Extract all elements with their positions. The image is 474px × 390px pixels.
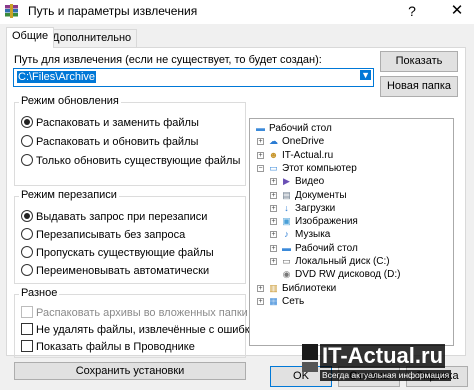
expand-icon[interactable]: + [270, 258, 277, 265]
winrar-icon [5, 4, 18, 18]
expand-icon[interactable]: + [270, 204, 277, 212]
path-label: Путь для извлечения (если не существует,… [14, 54, 322, 66]
tab-general[interactable]: Общие [6, 27, 55, 48]
update-option-update[interactable]: Распаковать и обновить файлы [21, 135, 198, 149]
tree-item[interactable]: + ▭ Локальный диск (C:) [250, 255, 450, 268]
library-icon: ▥ [269, 282, 278, 293]
show-button[interactable]: Показать [380, 51, 458, 72]
music-icon: ♪ [284, 229, 289, 240]
checkbox[interactable] [21, 340, 33, 352]
overwrite-option-ask[interactable]: Выдавать запрос при перезаписи [21, 210, 207, 224]
watermark-subtitle: Всегда актуальная информация [320, 370, 452, 381]
network-icon: ▦ [269, 295, 278, 306]
documents-icon: ▤ [282, 189, 291, 200]
downloads-icon: ↓ [284, 202, 289, 213]
pictures-icon: ▣ [282, 216, 291, 227]
tree-item[interactable]: + ▶ Видео [250, 175, 450, 188]
chevron-down-icon[interactable]: ▼ [360, 70, 371, 80]
tree-item-label: DVD RW дисковод (D:) [295, 269, 401, 281]
expand-icon[interactable]: + [270, 191, 277, 199]
expand-icon[interactable]: + [257, 284, 264, 292]
new-folder-button[interactable]: Новая папка [380, 76, 458, 97]
tree-item[interactable]: + ☁ OneDrive [250, 135, 450, 148]
path-value: C:\Files\Archive [17, 71, 97, 83]
radio-button[interactable] [21, 228, 33, 240]
tree-item[interactable]: − ▭ Этот компьютер [250, 162, 450, 175]
title-bar: Путь и параметры извлечения ? ✕ [0, 0, 474, 24]
overwrite-mode-title: Режим перезаписи [19, 189, 119, 201]
tree-item[interactable]: + ☻ IT-Actual.ru [250, 149, 450, 162]
tree-item[interactable]: + ▤ Документы [250, 189, 450, 202]
overwrite-option-rename[interactable]: Переименовывать автоматически [21, 264, 209, 278]
drive-icon: ▭ [282, 256, 291, 266]
misc-option-keep-broken[interactable]: Не удалять файлы, извлечённые с ошибками [21, 323, 270, 337]
dvd-icon: ◉ [282, 269, 291, 280]
tree-item-label: Сеть [282, 295, 305, 307]
overwrite-option-overwrite[interactable]: Перезаписывать без запроса [21, 228, 185, 242]
video-icon: ▶ [283, 176, 290, 187]
update-mode-title: Режим обновления [19, 95, 121, 107]
close-button[interactable]: ✕ [440, 0, 474, 22]
overwrite-option-skip[interactable]: Пропускать существующие файлы [21, 246, 214, 260]
misc-title: Разное [19, 287, 60, 299]
tree-item-label: Изображения [295, 216, 358, 228]
tree-item-label: Музыка [295, 229, 331, 241]
help-title-button[interactable]: ? [398, 0, 426, 22]
user-icon: ☻ [268, 149, 279, 160]
update-option-only-existing[interactable]: Только обновить существующие файлы [21, 154, 240, 168]
expand-icon[interactable]: + [270, 178, 277, 186]
tree-item[interactable]: + ▦ Сеть [250, 295, 450, 308]
tree-item-label: OneDrive [282, 136, 325, 148]
checkbox[interactable] [21, 323, 33, 335]
save-settings-button[interactable]: Сохранить установки [14, 362, 246, 380]
radio-button[interactable] [21, 154, 33, 166]
tree-item-label: IT-Actual.ru [282, 149, 334, 161]
expand-icon[interactable]: + [257, 151, 264, 159]
tree-item[interactable]: + ▣ Изображения [250, 215, 450, 228]
folder-tree[interactable]: ▬ Рабочий стол + ☁ OneDrive + ☻ IT-Actual.ru − ▭ Э… [249, 118, 454, 346]
radio-button[interactable] [21, 246, 33, 258]
overwrite-mode-group: Режим перезаписи Выдавать запрос при пер… [14, 189, 246, 284]
tree-item[interactable]: ▬ Рабочий стол [250, 122, 450, 135]
computer-icon: ▭ [269, 162, 278, 173]
dialog-body: Общие Дополнительно Путь для извлечения … [0, 24, 474, 390]
tree-item[interactable]: + ▥ Библиотеки [250, 282, 450, 295]
tree-item[interactable]: ◉ DVD RW дисковод (D:) [250, 268, 450, 281]
radio-button[interactable] [21, 210, 33, 222]
tree-item[interactable]: + ♪ Музыка [250, 228, 450, 241]
collapse-icon[interactable]: − [257, 164, 264, 172]
cloud-icon: ☁ [269, 136, 278, 147]
expand-icon[interactable]: + [257, 297, 264, 305]
misc-group: Разное Распаковать архивы во вложенных п… [14, 287, 270, 358]
tree-item-label: Библиотеки [282, 282, 337, 294]
update-mode-group: Режим обновления Распаковать и заменить … [14, 95, 246, 186]
misc-option-show-in-explorer[interactable]: Показать файлы в Проводнике [21, 340, 195, 354]
tree-item[interactable]: + ↓ Загрузки [250, 202, 450, 215]
tree-item-label: Рабочий стол [295, 242, 358, 254]
tree-item-label: Загрузки [295, 202, 336, 214]
tree-item-label: Видео [295, 176, 325, 188]
tree-item-label: Этот компьютер [282, 162, 357, 174]
expand-icon[interactable]: + [270, 231, 277, 239]
expand-icon[interactable]: + [270, 218, 277, 226]
checkbox[interactable] [21, 306, 33, 318]
radio-button[interactable] [21, 116, 33, 128]
tab-advanced[interactable]: Дополнительно [46, 29, 138, 47]
tree-item-label: Рабочий стол [269, 123, 332, 134]
expand-icon[interactable]: + [270, 244, 277, 252]
watermark-title: IT-Actual.ru [320, 343, 446, 368]
desktop-folder-icon: ▬ [282, 242, 291, 253]
tree-item-label: Документы [295, 189, 347, 201]
desktop-icon: ▬ [256, 123, 265, 133]
tree-item-label: Локальный диск (C:) [295, 256, 390, 267]
radio-button[interactable] [21, 264, 33, 276]
tree-item[interactable]: + ▬ Рабочий стол [250, 242, 450, 255]
window-title: Путь и параметры извлечения [28, 4, 198, 18]
expand-icon[interactable]: + [257, 138, 264, 146]
update-option-replace[interactable]: Распаковать и заменить файлы [21, 116, 199, 130]
misc-option-nested-archives[interactable]: Распаковать архивы во вложенных папки [21, 306, 248, 320]
radio-button[interactable] [21, 135, 33, 147]
path-input[interactable]: C:\Files\Archive ▼ [13, 68, 374, 87]
